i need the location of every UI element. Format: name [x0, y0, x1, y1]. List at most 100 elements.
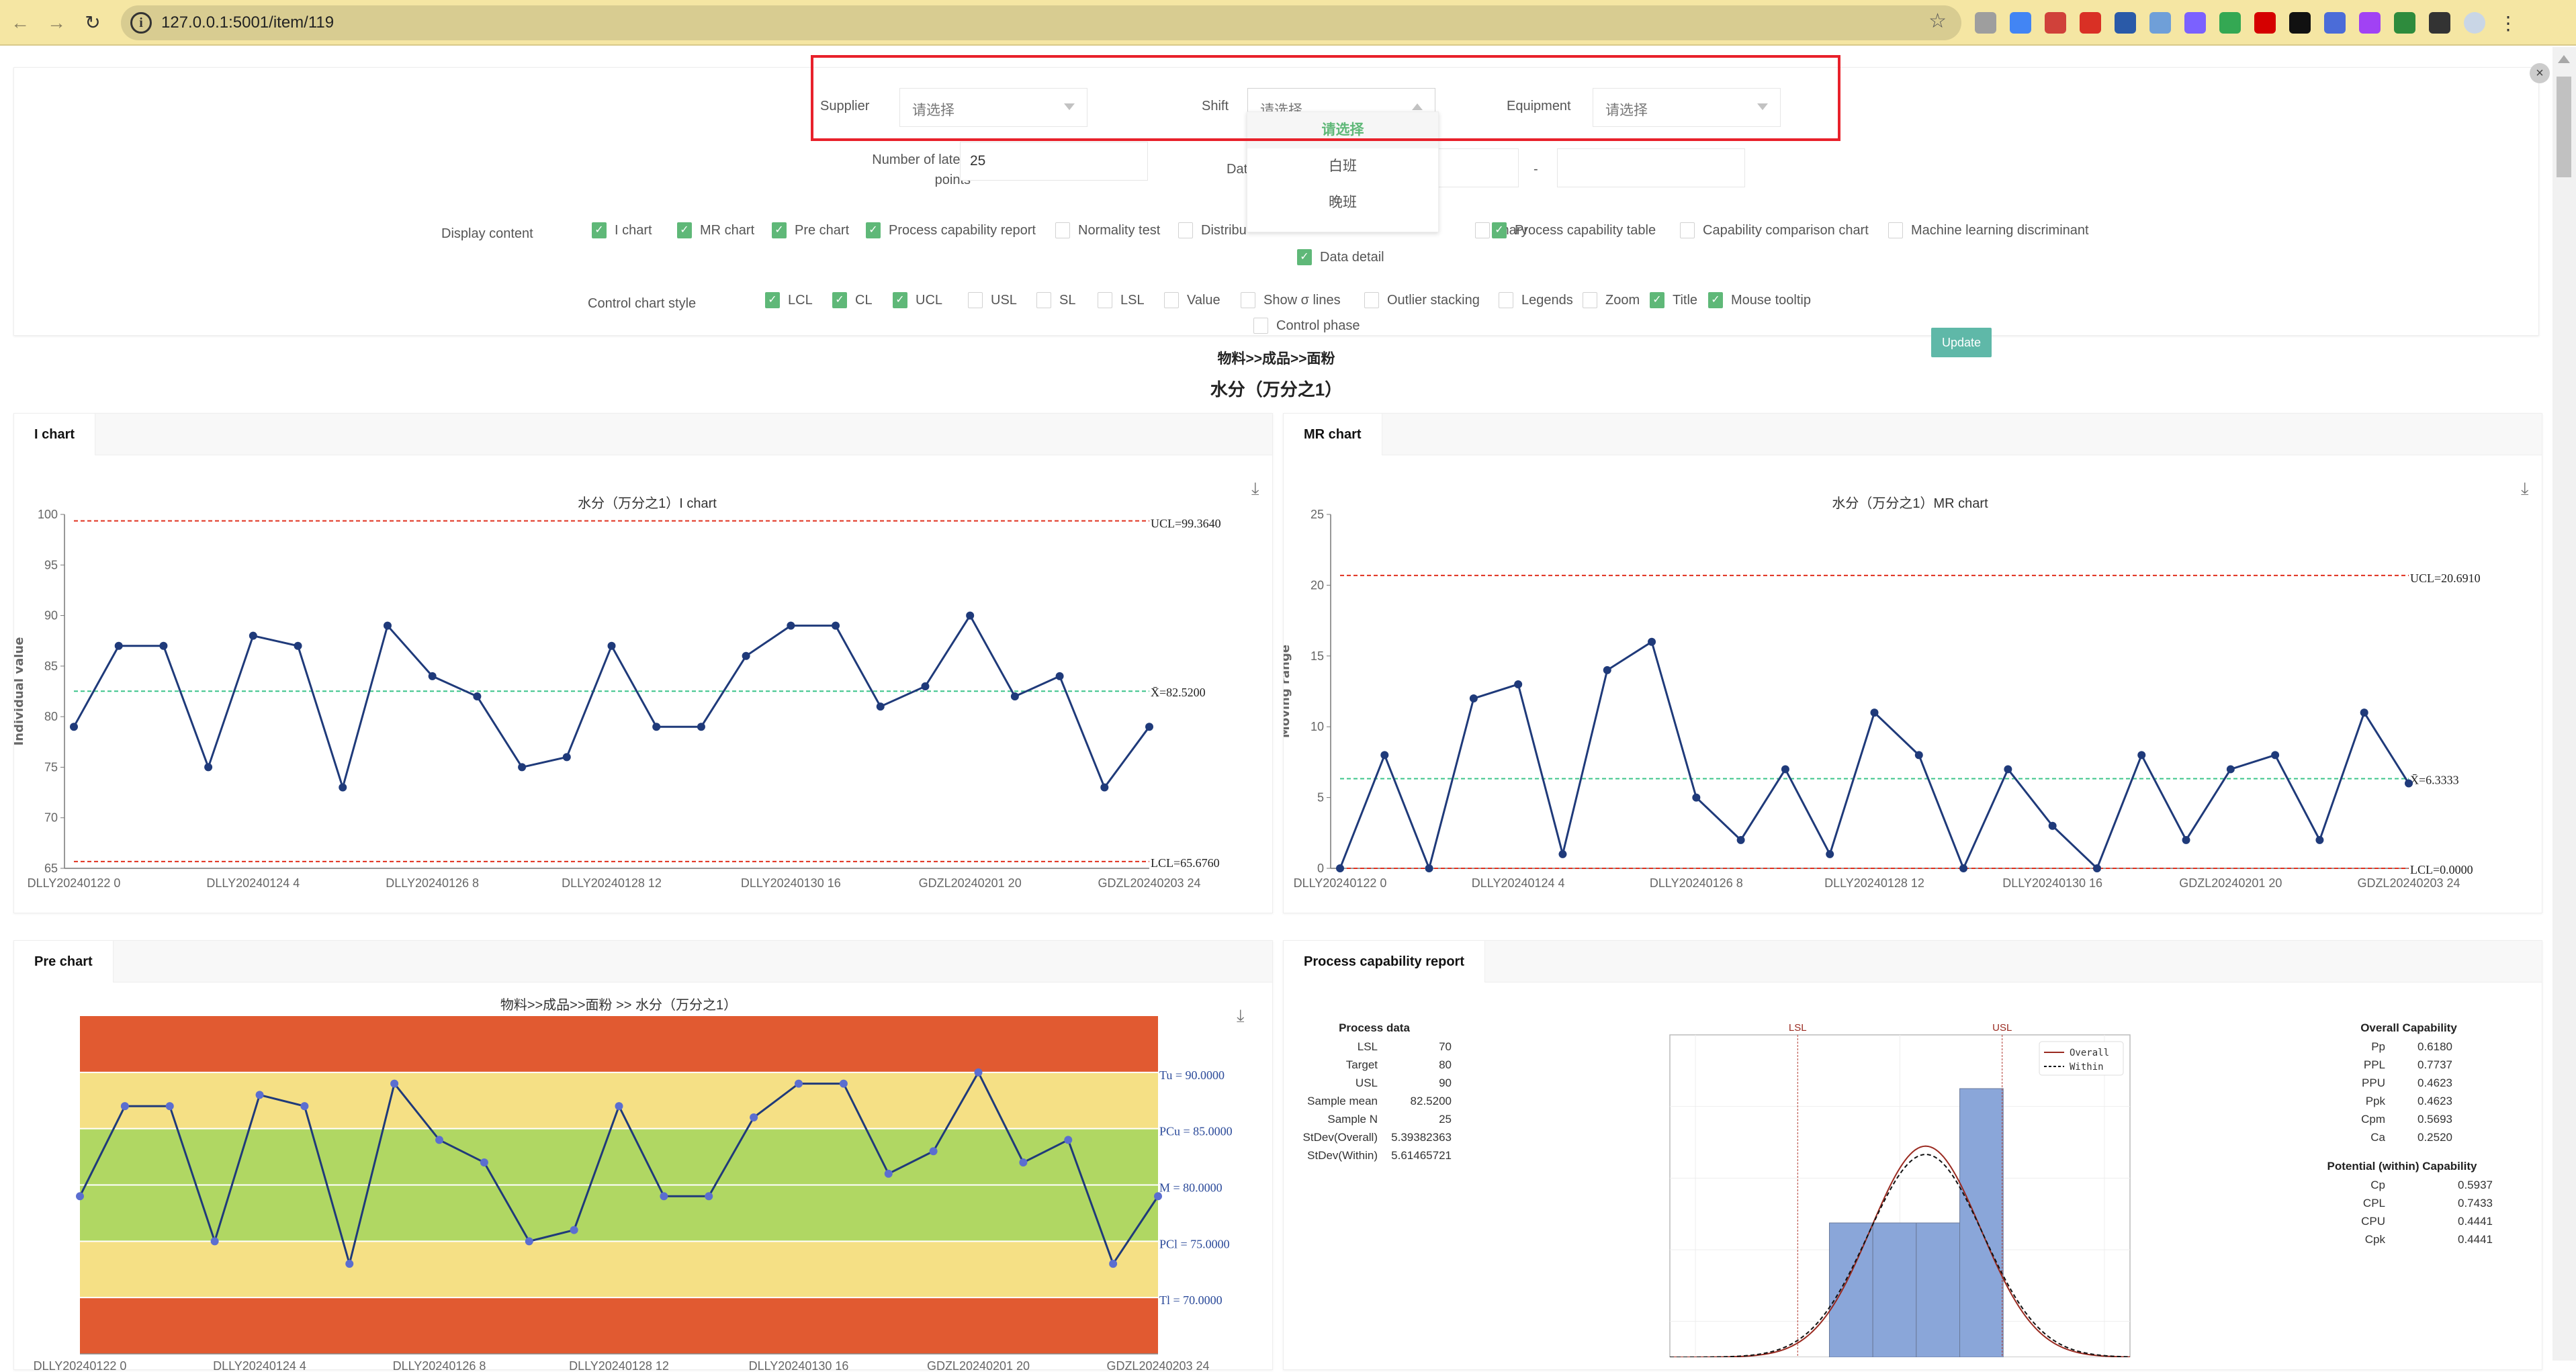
checkbox-box[interactable] — [1241, 292, 1255, 308]
download-icon[interactable]: ⤓ — [2521, 478, 2529, 500]
download-icon[interactable]: ⤓ — [1251, 478, 1259, 500]
checkbox-box[interactable]: ✓ — [677, 222, 692, 238]
chart-style-checkbox[interactable]: LSL — [1098, 292, 1145, 308]
x-tick-label: GDZL20240201 20 — [2179, 876, 2282, 890]
chart-style-checkbox[interactable]: Zoom — [1583, 292, 1640, 308]
latest-points-input[interactable]: 25 — [960, 142, 1148, 181]
checkbox-box[interactable] — [1055, 222, 1070, 238]
id-ext-icon[interactable] — [2394, 12, 2415, 34]
browser-menu-icon[interactable]: ⋮ — [2499, 12, 2518, 34]
tasks-ext-icon[interactable] — [2324, 12, 2346, 34]
checkbox-box[interactable] — [1583, 292, 1597, 308]
display-content-checkbox[interactable]: ✓ I chart — [592, 222, 652, 238]
profile-avatar[interactable] — [2464, 12, 2485, 34]
address-bar[interactable]: i 127.0.0.1:5001/item/119 ☆ — [121, 5, 1961, 40]
display-content-checkbox[interactable]: ✓ Process capability table — [1492, 222, 1656, 238]
shift-option[interactable]: 晚班 — [1247, 185, 1438, 221]
shift-option[interactable]: 请选择 — [1247, 112, 1438, 148]
checkbox-box[interactable]: ✓ — [893, 292, 907, 308]
display-content-checkbox[interactable]: Machine learning discriminant — [1888, 222, 2089, 238]
checkbox-box[interactable]: ✓ — [765, 292, 780, 308]
tab-capability-report[interactable]: Process capability report — [1284, 941, 1485, 982]
url-text[interactable]: 127.0.0.1:5001/item/119 — [161, 13, 334, 32]
scroll-up-arrow-icon[interactable] — [2558, 55, 2570, 63]
translate-ext-icon[interactable] — [2010, 12, 2031, 34]
checkbox-box[interactable] — [1888, 222, 1903, 238]
checkbox-box[interactable]: ✓ — [1297, 249, 1312, 265]
checkbox-box[interactable] — [1364, 292, 1379, 308]
circle-ext-icon[interactable] — [1975, 12, 1996, 34]
checkbox-box[interactable] — [1098, 292, 1112, 308]
page-scrollbar[interactable] — [2552, 47, 2576, 1361]
history-ext-icon[interactable] — [2359, 12, 2381, 34]
checkbox-box[interactable] — [1253, 318, 1268, 334]
chart-style-checkbox[interactable]: USL — [968, 292, 1017, 308]
checkbox-box[interactable]: ✓ — [832, 292, 847, 308]
checkbox-box[interactable] — [1164, 292, 1179, 308]
histogram-bar — [1828, 1222, 1873, 1357]
chart-style-checkbox[interactable]: ✓ Mouse tooltip — [1708, 292, 1811, 308]
checkbox-box[interactable]: ✓ — [1650, 292, 1664, 308]
display-content-checkbox[interactable]: Normality test — [1055, 222, 1160, 238]
checkbox-box[interactable]: ✓ — [592, 222, 607, 238]
checkbox-box[interactable] — [968, 292, 983, 308]
data-point — [2092, 864, 2101, 872]
reload-icon[interactable]: ↻ — [79, 9, 106, 36]
checkbox-box[interactable] — [1499, 292, 1513, 308]
tab-pre-chart[interactable]: Pre chart — [14, 941, 114, 982]
chart-style-checkbox[interactable]: Legends — [1499, 292, 1573, 308]
check-ext-icon[interactable] — [2184, 12, 2206, 34]
data-point — [615, 1102, 623, 1111]
date-end-input[interactable] — [1557, 148, 1745, 187]
ring-ext-icon[interactable] — [2149, 12, 2171, 34]
bookmark-star-icon[interactable]: ☆ — [1928, 9, 1947, 33]
site-info-icon[interactable]: i — [130, 12, 152, 34]
data-point — [795, 1079, 803, 1088]
display-content-checkbox[interactable]: Distribu — [1178, 222, 1247, 238]
checkbox-box[interactable]: ✓ — [1708, 292, 1723, 308]
checkbox-box[interactable] — [1036, 292, 1051, 308]
chart-style-checkbox[interactable]: Control phase — [1253, 318, 1360, 334]
x-tick-label: GDZL20240203 24 — [1098, 876, 1200, 890]
checkbox-box[interactable] — [1178, 222, 1193, 238]
chart-style-checkbox[interactable]: Outlier stacking — [1364, 292, 1480, 308]
data-point — [1145, 723, 1153, 731]
chart-style-checkbox[interactable]: ✓ LCL — [765, 292, 813, 308]
zone-label: PCl = 75.0000 — [1159, 1237, 1230, 1250]
block-ext-icon[interactable] — [2080, 12, 2101, 34]
display-content-checkbox[interactable]: ✓ Pre chart — [772, 222, 849, 238]
stop-ext-icon[interactable] — [2254, 12, 2276, 34]
display-content-checkbox[interactable]: ✓ Data detail — [1297, 249, 1384, 265]
tab-mr-chart[interactable]: MR chart — [1284, 414, 1382, 455]
ban-ext-icon[interactable] — [2289, 12, 2311, 34]
back-icon[interactable]: ← — [7, 9, 34, 36]
equipment-select[interactable]: 请选择 — [1593, 88, 1781, 127]
y-tick-label: 100 — [38, 508, 58, 521]
chart-style-checkbox[interactable]: Value — [1164, 292, 1220, 308]
pdf-ext-icon[interactable] — [2115, 12, 2136, 34]
display-content-checkbox[interactable]: ✓ MR chart — [677, 222, 754, 238]
supplier-select[interactable]: 请选择 — [899, 88, 1087, 127]
display-content-checkbox[interactable]: ✓ Process capability report — [866, 222, 1036, 238]
chart-style-checkbox[interactable]: Show σ lines — [1241, 292, 1341, 308]
download-icon[interactable]: ⤓ — [1237, 1005, 1245, 1027]
date-start-input[interactable] — [1438, 148, 1519, 187]
checkbox-box[interactable] — [1475, 222, 1490, 238]
checkbox-box[interactable]: ✓ — [866, 222, 881, 238]
checkbox-box[interactable]: ✓ — [772, 222, 787, 238]
chart-style-checkbox[interactable]: SL — [1036, 292, 1075, 308]
chart-style-checkbox[interactable]: ✓ UCL — [893, 292, 942, 308]
scrollbar-thumb[interactable] — [2557, 77, 2571, 177]
code-ext-icon[interactable] — [2219, 12, 2241, 34]
checkbox-box[interactable]: ✓ — [1492, 222, 1507, 238]
puzzle-ext-icon[interactable] — [2429, 12, 2450, 34]
chart-style-checkbox[interactable]: ✓ Title — [1650, 292, 1697, 308]
chart-style-checkbox[interactable]: ✓ CL — [832, 292, 873, 308]
tab-i-chart[interactable]: I chart — [14, 414, 96, 455]
checkbox-box[interactable] — [1680, 222, 1695, 238]
mail-ext-icon[interactable] — [2045, 12, 2066, 34]
shift-option[interactable]: 白班 — [1247, 148, 1438, 185]
close-icon[interactable]: × — [2530, 63, 2550, 83]
display-content-checkbox[interactable]: Capability comparison chart — [1680, 222, 1869, 238]
forward-icon[interactable]: → — [43, 9, 70, 36]
